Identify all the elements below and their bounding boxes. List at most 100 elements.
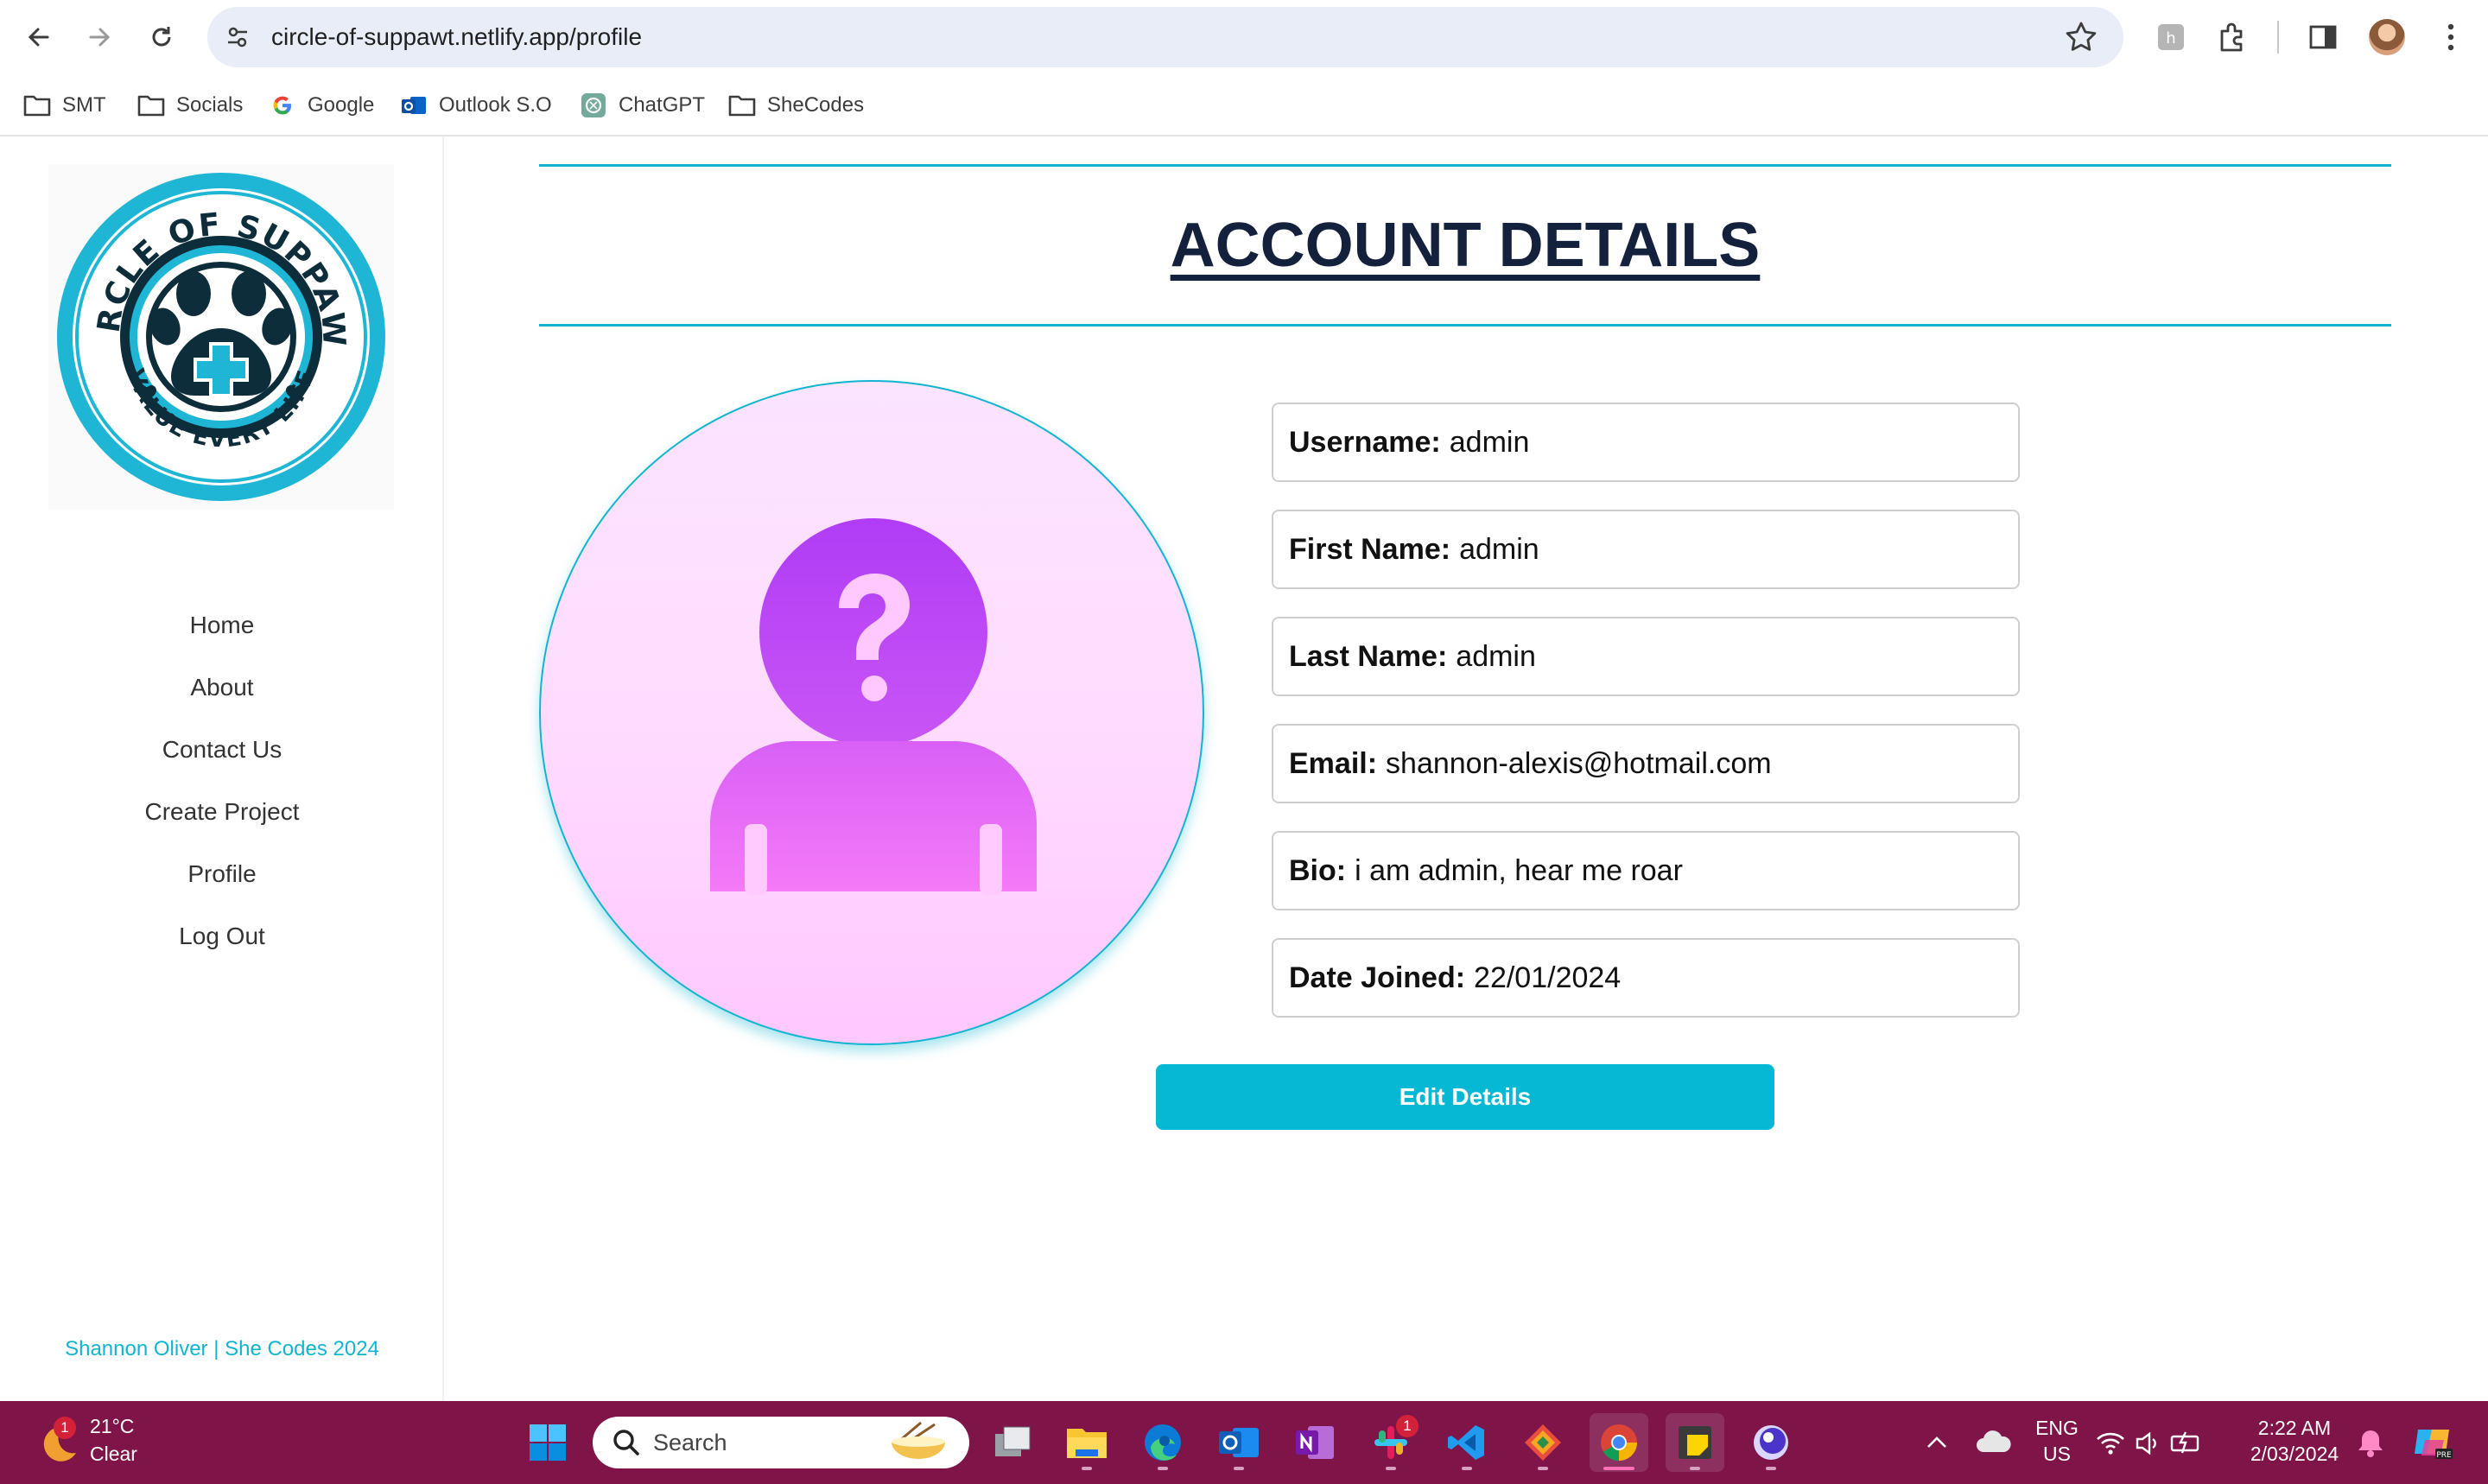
- nav-create-project[interactable]: Create Project: [0, 781, 444, 843]
- outlook-taskbar-button[interactable]: [1209, 1413, 1268, 1472]
- edge-button[interactable]: [1133, 1413, 1192, 1472]
- address-bar[interactable]: circle-of-suppawt.netlify.app/profile: [207, 7, 2123, 67]
- reload-icon: [152, 27, 171, 47]
- bookmark-shecodes[interactable]: SheCodes: [727, 86, 864, 124]
- battery-charging-icon: [2170, 1431, 2199, 1454]
- nav-home[interactable]: Home: [0, 594, 444, 656]
- chrome-button[interactable]: [1590, 1413, 1648, 1472]
- page-title: ACCOUNT DETAILS: [1170, 211, 1761, 280]
- bookmark-socials[interactable]: Socials: [136, 86, 243, 124]
- network-sound-battery[interactable]: [2092, 1413, 2213, 1472]
- cloud-icon: [1977, 1430, 2011, 1452]
- file-explorer-button[interactable]: [1057, 1413, 1116, 1472]
- bookmark-outlook[interactable]: Outlook S.O: [399, 86, 552, 124]
- bookmark-smt[interactable]: SMT: [22, 86, 106, 124]
- weather-temp: 21°C: [90, 1415, 135, 1437]
- active-indicator: [1603, 1467, 1634, 1470]
- email-field: Email: shannon-alexis@hotmail.com: [1272, 724, 2020, 803]
- field-value: admin: [1456, 639, 1536, 673]
- field-value: admin: [1459, 532, 1539, 566]
- running-indicator: [1690, 1467, 1700, 1470]
- bookmark-chatgpt[interactable]: ChatGPT: [579, 86, 705, 124]
- weather-condition: Clear: [90, 1443, 137, 1465]
- unknown-user-icon: [710, 518, 1037, 895]
- language-indicator[interactable]: ENG US: [2027, 1415, 2087, 1467]
- arrow-right-icon: [89, 28, 111, 47]
- back-button[interactable]: [17, 16, 60, 59]
- field-label: Email:: [1289, 746, 1378, 780]
- slack-button[interactable]: 1: [1361, 1413, 1420, 1472]
- start-button[interactable]: [518, 1413, 577, 1472]
- running-indicator: [1462, 1467, 1472, 1470]
- outlook-app-icon: [1219, 1428, 1259, 1457]
- edit-details-button[interactable]: Edit Details: [1156, 1064, 1774, 1130]
- google-icon: [268, 92, 297, 118]
- onenote-icon: [1296, 1426, 1334, 1459]
- moon-app-icon: [1754, 1425, 1788, 1460]
- wifi-icon: [2097, 1432, 2124, 1455]
- puzzle-icon: [2220, 22, 2243, 52]
- nav-profile[interactable]: Profile: [0, 843, 444, 905]
- field-label: Date Joined:: [1289, 961, 1466, 994]
- bookmark-label: Outlook S.O: [439, 93, 552, 117]
- chevron-up-icon: [1927, 1436, 1946, 1448]
- extension-button[interactable]: h: [2151, 17, 2191, 57]
- site-info-button[interactable]: [216, 16, 259, 59]
- arrow-left-icon: [28, 28, 49, 47]
- nav-about[interactable]: About: [0, 656, 444, 719]
- clock-time: 2:22 AM: [2257, 1417, 2332, 1439]
- circle-of-suppawt-logo[interactable]: CIRCLE OF SUPPAWT VALUE EVERY LIFE: [48, 164, 394, 510]
- field-label: First Name:: [1289, 532, 1451, 566]
- svg-text:PRE: PRE: [2436, 1451, 2452, 1460]
- tune-icon: [228, 27, 247, 48]
- git-gui-button[interactable]: [1514, 1413, 1572, 1472]
- profile-avatar[interactable]: [2369, 19, 2405, 55]
- outlook-icon: [399, 92, 428, 118]
- eclipse-app-button[interactable]: [1742, 1413, 1800, 1472]
- extensions-button[interactable]: [2213, 17, 2253, 57]
- slack-badge: 1: [1396, 1415, 1419, 1437]
- system-tray-icons: [2097, 1431, 2199, 1455]
- nav-contact-us[interactable]: Contact Us: [0, 719, 444, 781]
- onedrive-button[interactable]: [1964, 1413, 2023, 1472]
- field-value: 22/01/2024: [1474, 961, 1622, 994]
- reload-button[interactable]: [140, 16, 183, 59]
- bookmark-star-icon[interactable]: [2063, 19, 2099, 55]
- notifications-button[interactable]: [2341, 1413, 2400, 1472]
- main-content: ACCOUNT DETAILS Username: admin First Na…: [444, 136, 2488, 1401]
- profile-image: [539, 380, 1204, 1045]
- field-label: Username:: [1289, 425, 1441, 459]
- forward-button[interactable]: [78, 16, 121, 59]
- chrome-icon: [1601, 1424, 1637, 1461]
- running-indicator: [1158, 1467, 1168, 1470]
- taskbar-search[interactable]: Search: [593, 1417, 969, 1468]
- side-panel-button[interactable]: [2303, 17, 2343, 57]
- clock-date: 2/03/2024: [2250, 1443, 2339, 1465]
- bookmark-label: Socials: [176, 93, 244, 117]
- nav-log-out[interactable]: Log Out: [0, 905, 444, 967]
- bookmark-google[interactable]: Google: [268, 86, 374, 124]
- show-hidden-icons-button[interactable]: [1907, 1413, 1966, 1472]
- bookmark-label: SMT: [62, 93, 106, 117]
- noodle-bowl-icon: [892, 1421, 945, 1459]
- chatgpt-icon: [579, 92, 608, 118]
- running-indicator: [1538, 1467, 1548, 1470]
- weather-badge: 1: [54, 1417, 76, 1439]
- keyboard-layout: US: [2043, 1443, 2071, 1465]
- sticky-notes-button[interactable]: [1666, 1413, 1724, 1472]
- field-label: Bio:: [1289, 853, 1347, 887]
- vscode-button[interactable]: [1438, 1413, 1496, 1472]
- clock[interactable]: 2:22 AM 2/03/2024: [2234, 1415, 2355, 1467]
- sidebar-nav: Home About Contact Us Create Project Pro…: [0, 594, 444, 967]
- sidebar: CIRCLE OF SUPPAWT VALUE EVERY LIFE Hom: [0, 136, 444, 1401]
- bio-field: Bio: i am admin, hear me roar: [1272, 831, 2020, 910]
- browser-menu-button[interactable]: [2431, 17, 2471, 57]
- task-view-button[interactable]: [983, 1413, 1042, 1472]
- last-name-field: Last Name: admin: [1272, 617, 2020, 696]
- copilot-button[interactable]: PRE: [2403, 1413, 2462, 1472]
- url-text: circle-of-suppawt.netlify.app/profile: [271, 23, 643, 50]
- username-field: Username: admin: [1272, 403, 2020, 482]
- field-value: shannon-alexis@hotmail.com: [1386, 746, 1772, 780]
- volume-icon: [2136, 1431, 2156, 1455]
- onenote-button[interactable]: [1285, 1413, 1344, 1472]
